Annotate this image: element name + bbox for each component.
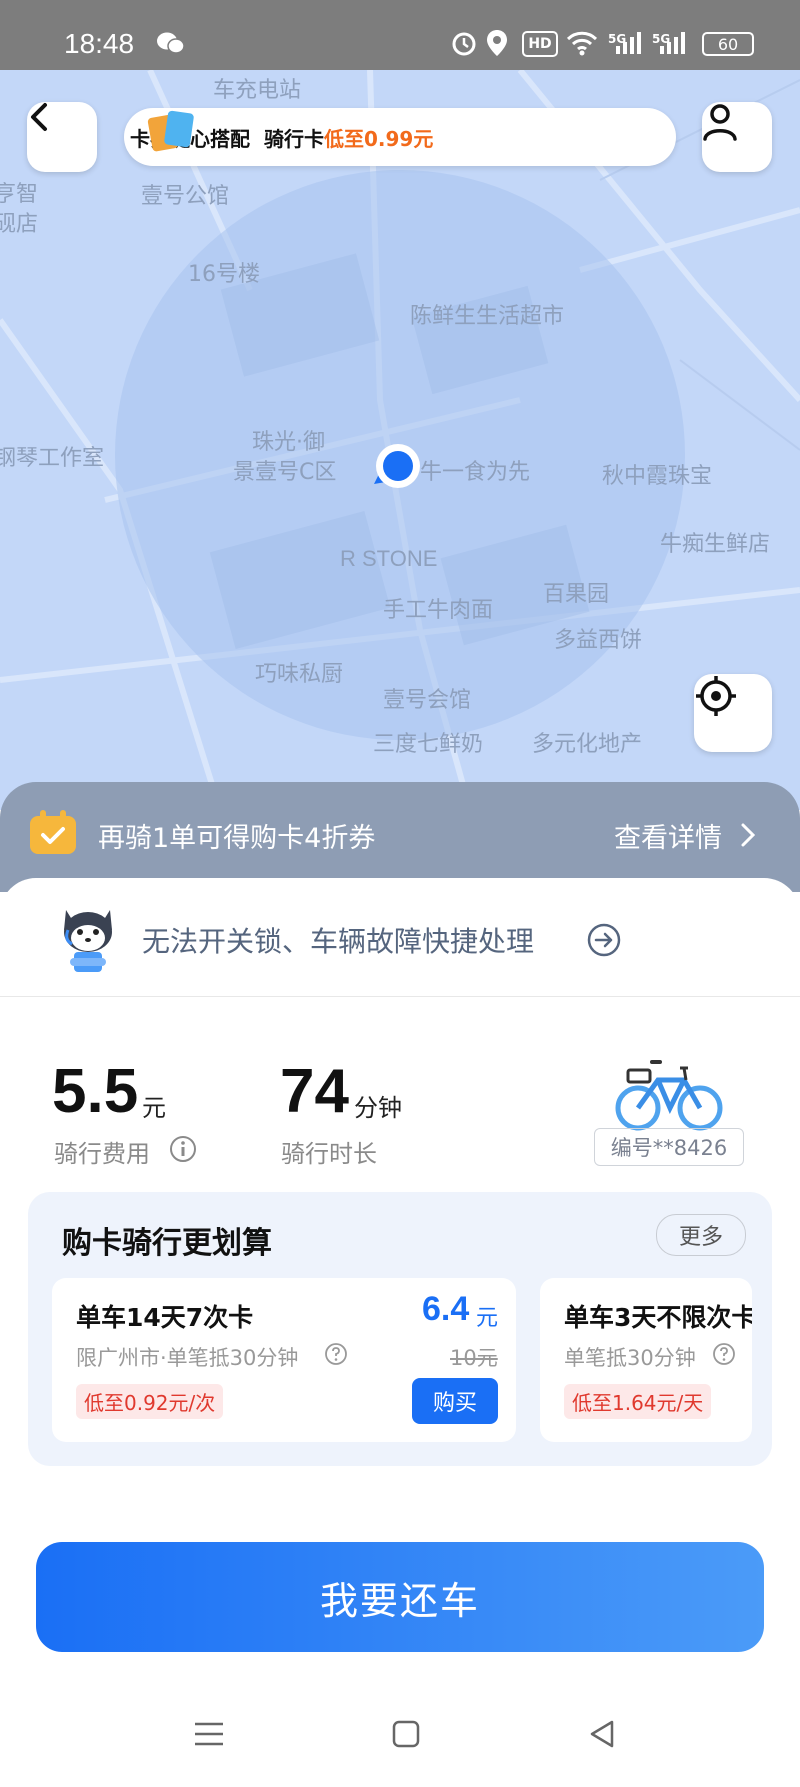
map-view[interactable]: 车充电站 壹号公馆 亨智 砚店 16号楼 陈鲜生生活超市 钢琴工作室 珠光·御 … — [0, 70, 800, 810]
ticket-cards-icon — [147, 110, 194, 152]
map-poi: 多益西饼 — [554, 628, 643, 653]
status-time: 18:48 — [64, 28, 135, 59]
ride-card[interactable]: 单车14天7次卡 6.4 元 限广州市·单笔抵30分钟 10元 低至0.92元/… — [52, 1278, 516, 1442]
ride-duration-value: 74 — [280, 1057, 349, 1126]
alarm-icon — [450, 28, 478, 58]
bike-id-badge: 编号**8426 — [594, 1128, 744, 1166]
locate-me-button[interactable] — [694, 674, 772, 752]
map-poi: 壹号公馆 — [141, 184, 230, 209]
battery-indicator: 60 — [702, 32, 754, 56]
menu-icon[interactable] — [192, 1720, 226, 1748]
status-bar: 18:48 HD 5G 5G 60 — [0, 0, 800, 70]
card-discount-tag: 低至0.92元/次 — [76, 1384, 224, 1419]
map-poi: R STONE — [340, 546, 438, 571]
card-price-unit: 元 — [476, 1306, 499, 1331]
ride-cards-panel: 购卡骑行更划算 更多 单车14天7次卡 6.4 元 限广州市·单笔抵30分钟 1… — [28, 1192, 772, 1466]
more-cards-button[interactable]: 更多 — [656, 1214, 746, 1256]
coupon-text: 再骑1单可得购卡4折券 — [98, 823, 376, 854]
back-triangle-icon[interactable] — [586, 1718, 618, 1750]
map-poi: 牛痴生鲜店 — [660, 532, 771, 557]
map-poi: 钢琴工作室 — [0, 446, 105, 471]
profile-button[interactable] — [702, 102, 772, 172]
hd-badge: HD — [522, 31, 558, 57]
wifi-icon — [566, 28, 598, 58]
card-name: 单车3天不限次卡 — [564, 1303, 752, 1332]
user-icon — [703, 104, 737, 141]
map-poi: 牛一食为先 — [420, 460, 531, 485]
card-discount-tag: 低至1.64元/天 — [564, 1384, 712, 1419]
ride-fee-label: 骑行费用 — [54, 1140, 150, 1168]
signal-icon-1 — [614, 28, 644, 58]
home-square-icon[interactable] — [390, 1718, 422, 1750]
ride-fee-value: 5.5 — [52, 1057, 139, 1126]
help-question-icon[interactable] — [712, 1342, 736, 1366]
quick-help-text: 无法开关锁、车辆故障快捷处理 — [142, 925, 535, 958]
bicycle-icon — [615, 1060, 723, 1131]
promo-banner[interactable]: 卡券随心搭配 骑行卡 低至0.99元 — [124, 108, 676, 166]
return-bike-button[interactable]: 我要还车 — [36, 1542, 764, 1652]
map-poi: 珠光·御 — [252, 430, 325, 455]
map-poi: 壹号会馆 — [383, 688, 472, 713]
card-original-price: 10元 — [450, 1346, 498, 1370]
promo-text-price: 低至0.99元 — [324, 126, 434, 151]
arrow-right-circle-icon — [587, 923, 621, 957]
card-desc: 单笔抵30分钟 — [564, 1346, 696, 1370]
info-icon[interactable] — [168, 1134, 198, 1164]
promo-text-card: 骑行卡 — [264, 126, 324, 151]
card-price: 6.4 — [422, 1290, 470, 1328]
map-poi: 亨智 — [0, 182, 39, 207]
help-question-icon[interactable] — [324, 1342, 348, 1366]
back-button[interactable] — [27, 102, 97, 172]
cards-section-title: 购卡骑行更划算 — [62, 1226, 272, 1261]
crosshair-icon — [696, 676, 736, 716]
ride-card[interactable]: 单车3天不限次卡 单笔抵30分钟 低至1.64元/天 — [540, 1278, 752, 1442]
system-nav-bar — [0, 1680, 800, 1787]
husky-mascot-icon — [64, 910, 112, 972]
map-poi: 陈鲜生生活超市 — [410, 304, 565, 329]
buy-button[interactable]: 购买 — [412, 1378, 498, 1424]
ride-fee-unit: 元 — [142, 1094, 166, 1122]
signal-icon-2 — [658, 28, 688, 58]
map-poi: 砚店 — [0, 212, 39, 237]
coupon-banner[interactable]: 再骑1单可得购卡4折券 查看详情 — [0, 782, 800, 892]
map-poi: 秋中霞珠宝 — [602, 464, 713, 489]
map-poi: 手工牛肉面 — [383, 598, 494, 623]
location-status-icon — [486, 28, 508, 58]
chevron-right-icon — [741, 823, 756, 847]
card-desc: 限广州市·单笔抵30分钟 — [76, 1346, 299, 1370]
current-location-marker — [374, 444, 420, 488]
map-poi: 三度七鲜奶 — [373, 732, 484, 757]
map-poi: 16号楼 — [188, 262, 260, 287]
ride-duration-unit: 分钟 — [354, 1094, 402, 1122]
map-poi: 车充电站 — [213, 78, 302, 103]
map-poi: 巧味私厨 — [255, 662, 344, 687]
quick-help-row[interactable]: 无法开关锁、车辆故障快捷处理 — [0, 878, 800, 997]
chevron-left-icon — [31, 103, 47, 131]
wechat-icon — [156, 28, 186, 58]
map-poi: 多元化地产 — [532, 732, 643, 757]
card-name: 单车14天7次卡 — [76, 1303, 254, 1332]
map-poi: 景壹号C区 — [233, 460, 337, 485]
map-poi: 百果园 — [543, 582, 610, 607]
ride-duration-label: 骑行时长 — [281, 1140, 377, 1168]
coupon-details-link[interactable]: 查看详情 — [614, 816, 722, 855]
calendar-coupon-icon — [30, 810, 76, 854]
